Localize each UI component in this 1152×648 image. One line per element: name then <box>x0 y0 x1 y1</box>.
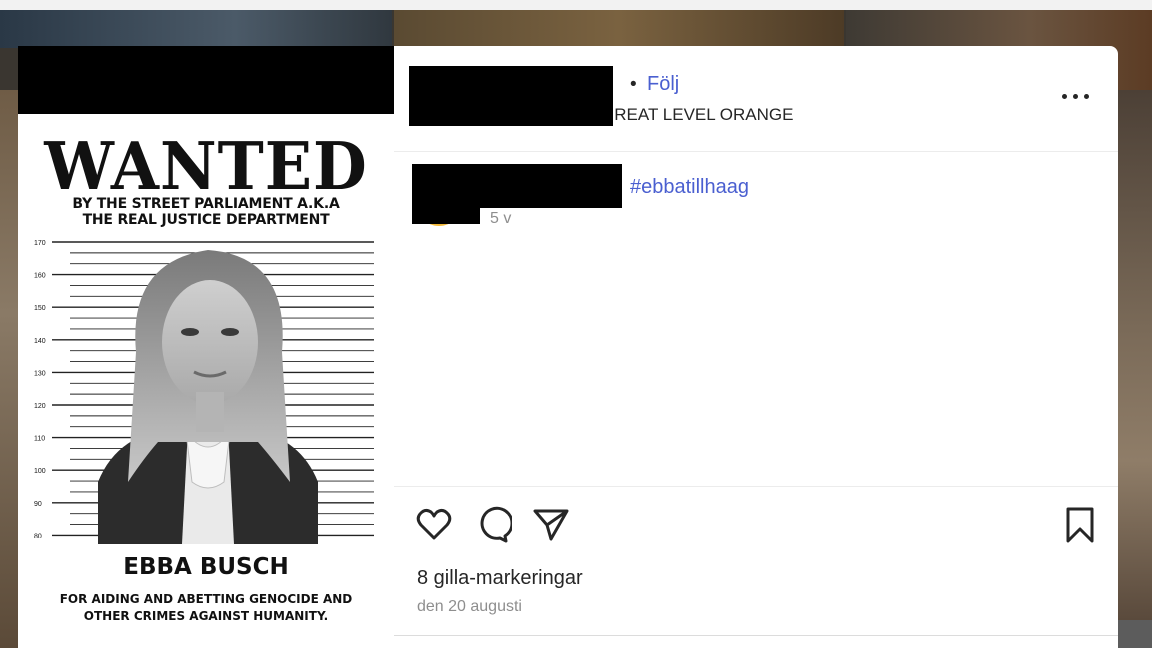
height-mark-label: 170 <box>34 240 46 247</box>
location-label[interactable]: HREAT LEVEL ORANGE <box>602 105 793 125</box>
background-tile <box>0 90 18 648</box>
separator-dot: • <box>630 74 637 95</box>
height-mark-label: 120 <box>34 403 46 410</box>
divider <box>394 635 1118 636</box>
post-panel: n • Följ HREAT LEVEL ORANGE #ebbatillhaa… <box>394 46 1118 648</box>
post-image[interactable]: WANTED BY THE STREET PARLIAMENT A.K.A TH… <box>18 46 394 648</box>
charges-text: FOR AIDING AND ABETTING GENOCIDE AND OTH… <box>59 592 353 623</box>
height-mark-label: 140 <box>34 338 46 345</box>
height-mark-label: 100 <box>34 468 46 475</box>
background-tile <box>1118 90 1152 620</box>
redaction-box <box>409 66 613 126</box>
portrait-photo <box>98 250 318 544</box>
caption-area: #ebbatillhaag 5 v <box>394 152 1118 486</box>
background-tile <box>1118 620 1152 648</box>
redaction-box <box>412 208 480 224</box>
post-date: den 20 augusti <box>417 598 522 615</box>
post-header: n • Följ HREAT LEVEL ORANGE <box>394 46 1118 152</box>
height-mark-label: 150 <box>34 305 46 312</box>
height-mark-label: 80 <box>34 533 42 538</box>
comment-icon[interactable] <box>472 505 512 545</box>
follow-button[interactable]: Följ <box>647 73 679 96</box>
background-tile <box>394 10 844 48</box>
heart-icon[interactable] <box>414 505 454 545</box>
height-mark-label: 90 <box>34 501 42 508</box>
poster-subtitle: THE REAL JUSTICE DEPARTMENT <box>82 212 330 228</box>
action-bar: 8 gilla-markeringar den 20 augusti <box>394 486 1118 648</box>
suspect-name: EBBA BUSCH <box>123 554 289 580</box>
height-mark-label: 160 <box>34 273 46 280</box>
poster-subtitle: BY THE STREET PARLIAMENT A.K.A <box>72 196 340 212</box>
bookmark-icon[interactable] <box>1060 505 1100 545</box>
likes-count[interactable]: 8 gilla-markeringar <box>417 567 583 590</box>
hashtag-link[interactable]: #ebbatillhaag <box>630 176 749 199</box>
background-tile <box>0 10 392 48</box>
height-mark-label: 130 <box>34 370 46 377</box>
height-mark-label: 110 <box>34 436 45 443</box>
background-top-strip <box>0 0 1152 10</box>
send-icon[interactable] <box>531 505 571 545</box>
redaction-box <box>412 164 622 208</box>
poster-title: WANTED <box>44 128 368 205</box>
wanted-poster: WANTED BY THE STREET PARLIAMENT A.K.A TH… <box>18 114 394 648</box>
more-options-icon[interactable] <box>1060 84 1092 108</box>
post-age: 5 v <box>490 210 512 227</box>
